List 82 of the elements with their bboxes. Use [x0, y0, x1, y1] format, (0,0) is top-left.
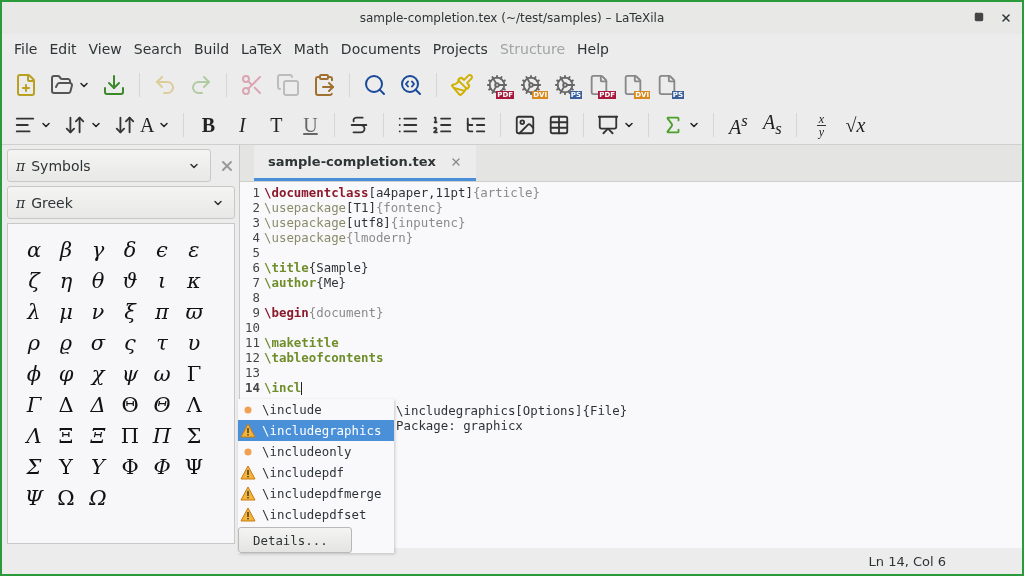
image-icon	[514, 114, 537, 136]
cursor-position: Ln 14, Col 6	[868, 553, 946, 569]
line-number: 5	[251, 245, 260, 260]
word-icon	[244, 447, 252, 456]
completion-item[interactable]: \includepdf	[238, 462, 394, 483]
menu-item[interactable]: View	[82, 41, 128, 57]
code-line: \documentclass[a4paper,11pt]{article}	[263, 185, 540, 200]
warning-icon	[240, 465, 256, 480]
completion-item[interactable]: \include	[238, 399, 394, 420]
warning-icon	[240, 507, 256, 522]
line-number: 4	[251, 230, 260, 245]
completion-item[interactable]: \includepdfmerge	[238, 483, 394, 504]
line-number: 10	[244, 320, 260, 335]
word-icon	[244, 405, 252, 414]
code-line: \maketitle	[263, 335, 339, 350]
text-style-button[interactable]: I	[227, 108, 258, 142]
details-button[interactable]: Details...	[238, 527, 352, 553]
presentation-icon	[597, 114, 620, 136]
line-number: 1	[251, 185, 260, 200]
line-number: 11	[244, 335, 260, 350]
font-size-button[interactable]: A	[110, 108, 175, 142]
table-icon	[548, 114, 571, 136]
code-line: \tableofcontents	[263, 350, 384, 365]
text-style-button[interactable]: B	[193, 108, 224, 142]
new-file-icon	[14, 73, 38, 97]
text-cursor	[301, 382, 303, 395]
replace-icon	[399, 73, 423, 97]
line-spacing-icon	[64, 114, 86, 136]
code-line: \author{Me}	[263, 275, 347, 290]
document-tab[interactable]: sample-completion.tex	[254, 145, 476, 181]
fraction-button[interactable]: x y	[806, 108, 837, 142]
paste-icon	[312, 73, 336, 97]
redo-icon	[189, 73, 213, 97]
menu-item[interactable]: Math	[287, 41, 335, 57]
completion-info: Package: graphicx	[396, 418, 524, 433]
menu-item[interactable]: Edit	[43, 41, 83, 57]
code-editor[interactable]	[240, 182, 1022, 548]
scissors-icon	[240, 73, 264, 97]
warning-icon	[240, 423, 256, 438]
completion-item[interactable]: \includeonly	[238, 441, 394, 462]
numbered-list-icon	[431, 114, 454, 136]
maximize-icon[interactable]	[974, 12, 984, 22]
close-icon[interactable]	[1000, 12, 1012, 24]
line-number: 9	[251, 305, 260, 320]
math-button[interactable]: A$^{s}$	[723, 108, 754, 142]
copy-icon	[276, 73, 300, 97]
warning-icon	[240, 486, 256, 501]
line-number: 13	[244, 365, 260, 380]
line-number: 12	[244, 350, 260, 365]
line-number: 2	[251, 200, 260, 215]
text-style-button[interactable]: T	[261, 108, 292, 142]
line-number: 3	[251, 215, 260, 230]
search-icon	[363, 73, 387, 97]
code-line: \usepackage[T1]{fontenc}	[263, 200, 444, 215]
menu-item[interactable]: Projects	[426, 41, 494, 57]
code-line: \usepackage[utf8]{inputenc}	[263, 215, 466, 230]
menu-item[interactable]: Documents	[334, 41, 427, 57]
line-number: 7	[251, 275, 260, 290]
math-button[interactable]: √x	[840, 108, 871, 142]
text-style-button[interactable]: U	[295, 108, 326, 142]
completion-info: \includegraphics[Options]{File}	[396, 403, 628, 418]
panel-selector[interactable]: π Symbols	[7, 149, 211, 182]
category-selector[interactable]: π Greek	[7, 186, 235, 219]
menu-item[interactable]: Search	[127, 41, 188, 57]
code-line: \usepackage{lmodern}	[263, 230, 414, 245]
code-line: \incl	[263, 380, 303, 395]
menu-item[interactable]: File	[8, 41, 44, 57]
menu-item[interactable]: Build	[187, 41, 236, 57]
undo-icon	[153, 73, 177, 97]
menu-item[interactable]: Help	[571, 41, 615, 57]
menu-item[interactable]: LaTeX	[235, 41, 288, 57]
line-number: 14	[244, 380, 260, 395]
font-size-icon	[114, 114, 136, 136]
completion-item[interactable]: \includepdfset	[238, 504, 394, 525]
line-number: 6	[251, 260, 260, 275]
save-icon	[102, 73, 126, 97]
code-line: \begin{document}	[263, 305, 384, 320]
window-title: sample-completion.tex (~/test/samples) – LaTeXila	[359, 11, 665, 25]
line-number: 8	[251, 290, 260, 305]
math-button[interactable]: A$_{s}$	[757, 108, 788, 142]
folder-icon	[50, 73, 74, 97]
code-line: \title{Sample}	[263, 260, 369, 275]
